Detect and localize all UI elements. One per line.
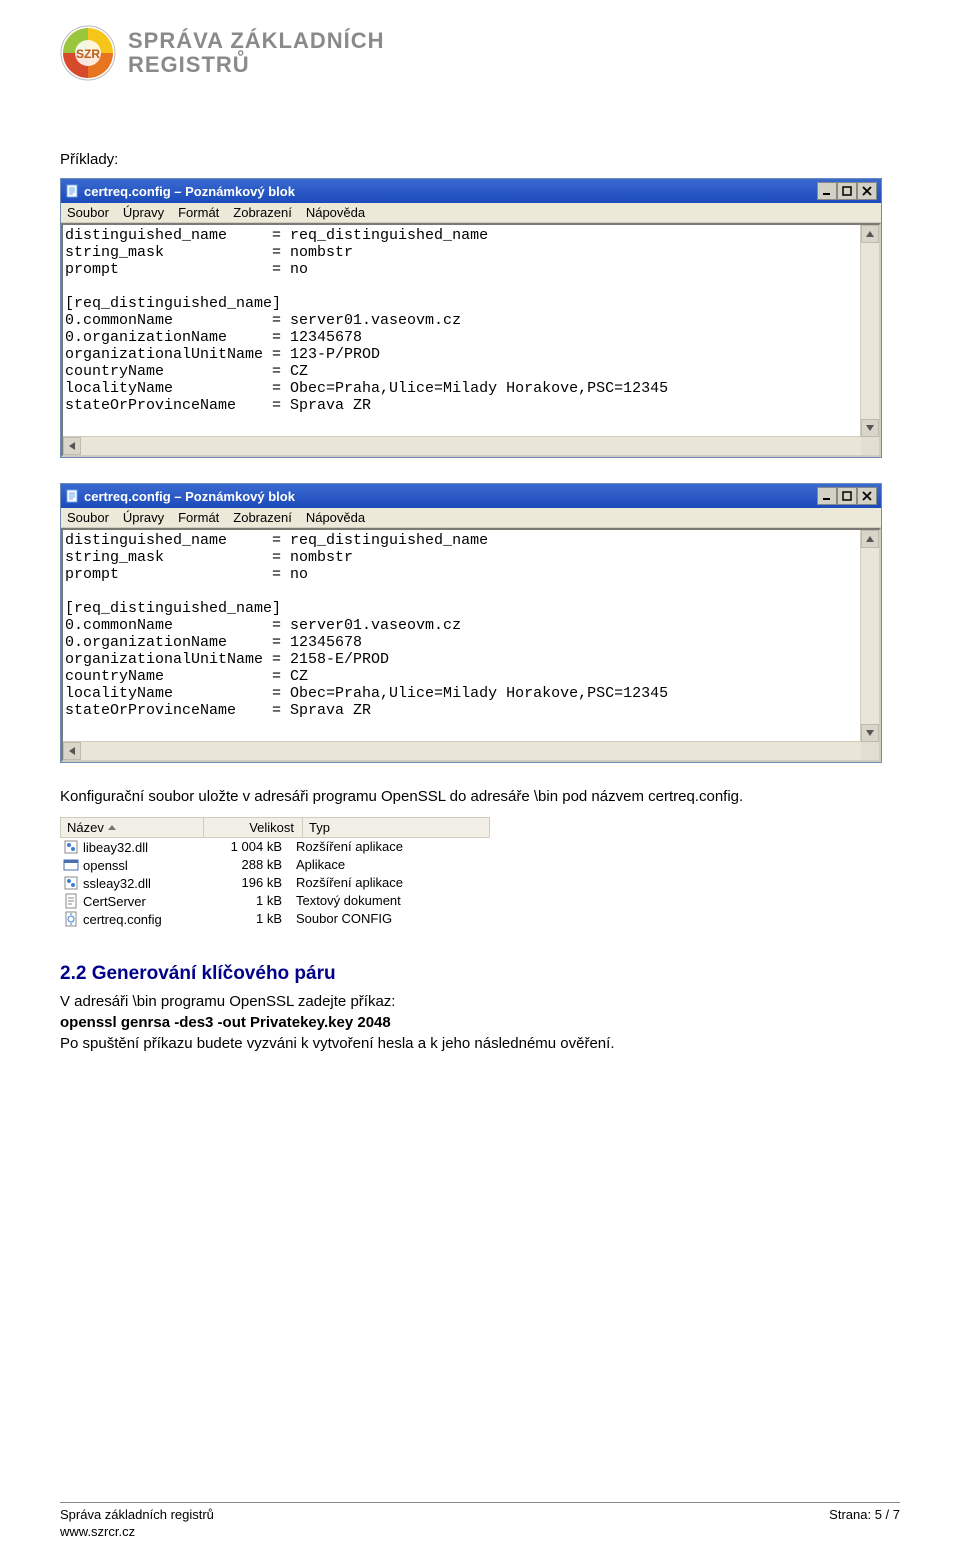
- file-name: ssleay32.dll: [83, 876, 151, 891]
- file-type: Soubor CONFIG: [290, 911, 490, 927]
- scrollbar-corner: [861, 437, 879, 455]
- horizontal-scrollbar[interactable]: [63, 741, 861, 760]
- vertical-scrollbar[interactable]: [860, 530, 879, 742]
- horizontal-scrollbar[interactable]: [63, 436, 861, 455]
- file-size: 1 004 kB: [202, 839, 290, 855]
- sort-ascending-icon: [108, 825, 116, 830]
- file-type-exe-icon: [63, 857, 79, 873]
- scroll-up-icon[interactable]: [861, 530, 879, 548]
- file-type: Rozšíření aplikace: [290, 839, 490, 855]
- file-size: 288 kB: [202, 857, 290, 873]
- col-size[interactable]: Velikost: [249, 820, 294, 835]
- file-row[interactable]: ssleay32.dll 196 kBRozšíření aplikace: [60, 874, 490, 892]
- minimize-button[interactable]: [817, 182, 837, 200]
- page-footer: Správa základních registrů www.szrcr.cz …: [60, 1502, 900, 1541]
- window-title: certreq.config – Poznámkový blok: [84, 489, 295, 504]
- file-row[interactable]: CertServer 1 kBTextový dokument: [60, 892, 490, 910]
- file-type-txt-icon: [63, 893, 79, 909]
- titlebar[interactable]: certreq.config – Poznámkový blok: [61, 484, 881, 508]
- menubar: Soubor Úpravy Formát Zobrazení Nápověda: [61, 508, 881, 528]
- maximize-button[interactable]: [837, 182, 857, 200]
- file-row[interactable]: libeay32.dll 1 004 kBRozšíření aplikace: [60, 838, 490, 856]
- menu-format[interactable]: Formát: [178, 205, 219, 220]
- notepad-textarea-1[interactable]: distinguished_name = req_distinguished_n…: [61, 223, 881, 457]
- file-type: Aplikace: [290, 857, 490, 873]
- save-instruction: Konfigurační soubor uložte v adresáři pr…: [60, 788, 900, 805]
- scroll-left-icon[interactable]: [63, 742, 81, 760]
- file-type: Textový dokument: [290, 893, 490, 909]
- page-header: SZR SPRÁVA ZÁKLADNÍCH REGISTRŮ: [60, 25, 900, 81]
- file-list: Název Velikost Typ libeay32.dll1 004 kBR…: [60, 817, 490, 928]
- section-2-2-heading: 2.2 Generování klíčového páru: [60, 963, 900, 985]
- file-size: 1 kB: [202, 911, 290, 927]
- file-type: Rozšíření aplikace: [290, 875, 490, 891]
- file-type-cfg-icon: [63, 911, 79, 927]
- file-size: 196 kB: [202, 875, 290, 891]
- file-row[interactable]: openssl 288 kBAplikace: [60, 856, 490, 874]
- menu-soubor[interactable]: Soubor: [67, 510, 109, 525]
- maximize-button[interactable]: [837, 487, 857, 505]
- file-name: certreq.config: [83, 912, 162, 927]
- notepad-textarea-2[interactable]: distinguished_name = req_distinguished_n…: [61, 528, 881, 762]
- close-button[interactable]: [857, 182, 877, 200]
- openssl-command: openssl genrsa -des3 -out Privatekey.key…: [60, 1014, 900, 1031]
- footer-url: www.szrcr.cz: [60, 1524, 214, 1541]
- file-type-dll-icon: [63, 839, 79, 855]
- notepad-file-icon: [65, 184, 79, 198]
- file-name: libeay32.dll: [83, 840, 148, 855]
- gen-instruction-2: Po spuštění příkazu budete vyzváni k vyt…: [60, 1035, 900, 1052]
- menu-napoveda[interactable]: Nápověda: [306, 510, 365, 525]
- menu-zobrazeni[interactable]: Zobrazení: [233, 205, 292, 220]
- minimize-button[interactable]: [817, 487, 837, 505]
- file-type-dll-icon: [63, 875, 79, 891]
- menu-soubor[interactable]: Soubor: [67, 205, 109, 220]
- svg-text:SZR: SZR: [76, 47, 100, 61]
- notepad-window-1: certreq.config – Poznámkový blok Soubor …: [60, 178, 882, 458]
- menu-upravy[interactable]: Úpravy: [123, 510, 164, 525]
- szr-logo-icon: SZR: [60, 25, 116, 81]
- window-title: certreq.config – Poznámkový blok: [84, 184, 295, 199]
- file-size: 1 kB: [202, 893, 290, 909]
- file-name: openssl: [83, 858, 128, 873]
- menubar: Soubor Úpravy Formát Zobrazení Nápověda: [61, 203, 881, 223]
- scroll-down-icon[interactable]: [861, 724, 879, 742]
- menu-zobrazeni[interactable]: Zobrazení: [233, 510, 292, 525]
- notepad-window-2: certreq.config – Poznámkový blok Soubor …: [60, 483, 882, 763]
- menu-napoveda[interactable]: Nápověda: [306, 205, 365, 220]
- file-list-header[interactable]: Název Velikost Typ: [60, 817, 490, 838]
- scroll-left-icon[interactable]: [63, 437, 81, 455]
- header-line-2: REGISTRŮ: [128, 53, 385, 77]
- close-button[interactable]: [857, 487, 877, 505]
- file-name: CertServer: [83, 894, 146, 909]
- scrollbar-corner: [861, 742, 879, 760]
- footer-page-number: Strana: 5 / 7: [829, 1507, 900, 1541]
- menu-format[interactable]: Formát: [178, 510, 219, 525]
- footer-org: Správa základních registrů: [60, 1507, 214, 1524]
- notepad-file-icon: [65, 489, 79, 503]
- priklady-label: Příklady:: [60, 151, 900, 168]
- col-name[interactable]: Název: [67, 820, 104, 835]
- file-row[interactable]: certreq.config 1 kBSoubor CONFIG: [60, 910, 490, 928]
- header-line-1: SPRÁVA ZÁKLADNÍCH: [128, 29, 385, 53]
- scroll-up-icon[interactable]: [861, 225, 879, 243]
- menu-upravy[interactable]: Úpravy: [123, 205, 164, 220]
- scroll-down-icon[interactable]: [861, 419, 879, 437]
- titlebar[interactable]: certreq.config – Poznámkový blok: [61, 179, 881, 203]
- gen-instruction-1: V adresáři \bin programu OpenSSL zadejte…: [60, 993, 900, 1010]
- vertical-scrollbar[interactable]: [860, 225, 879, 437]
- col-type[interactable]: Typ: [309, 820, 330, 835]
